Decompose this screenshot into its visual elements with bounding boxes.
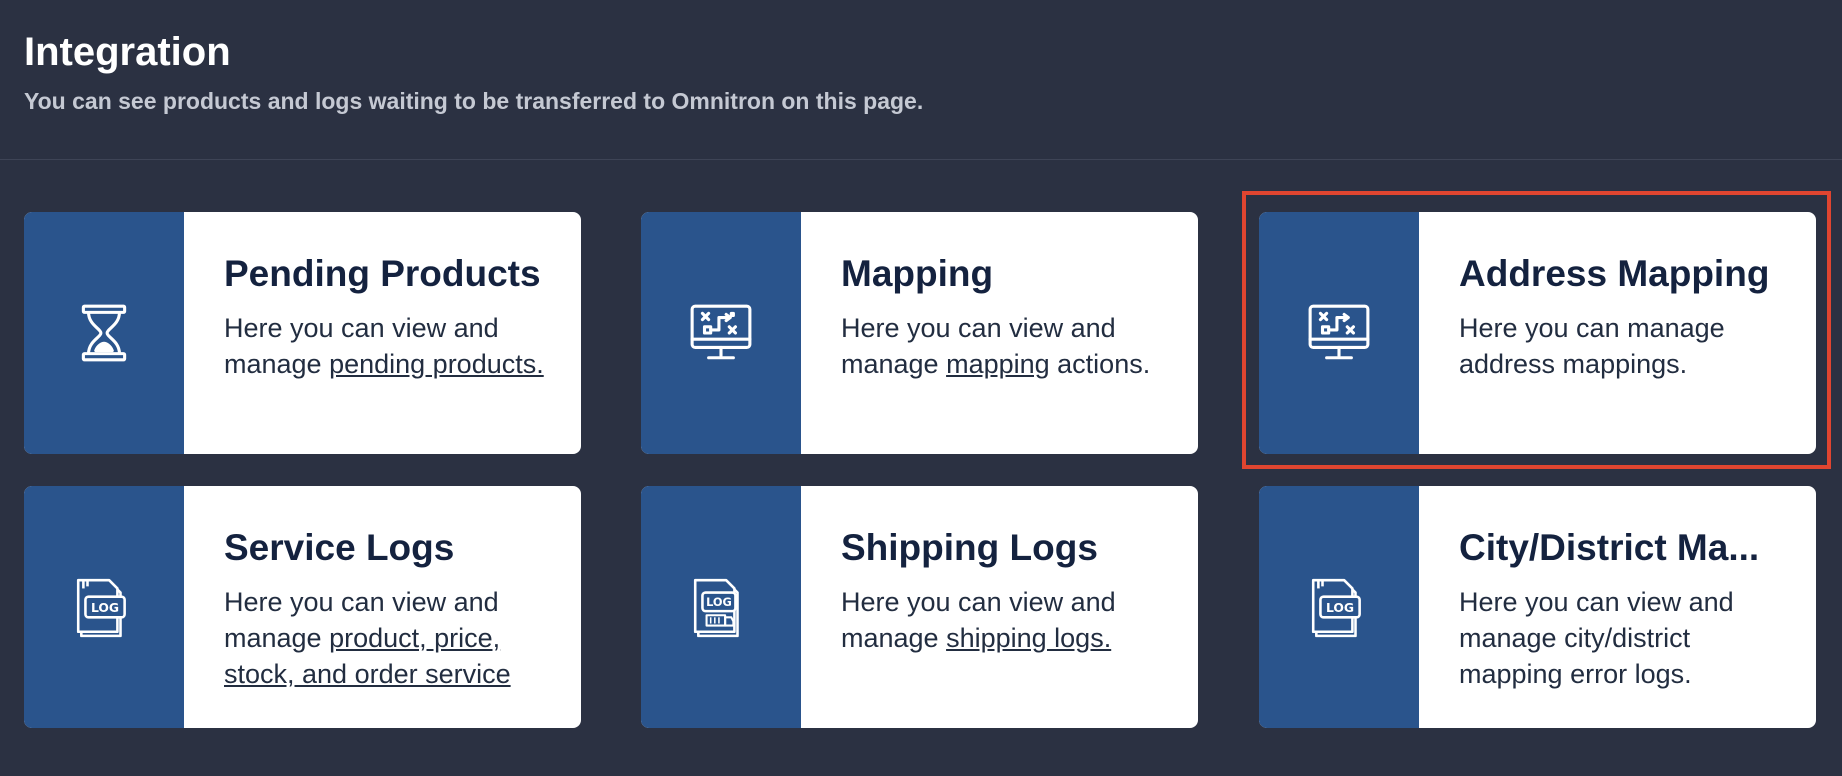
card-desc-link[interactable]: mapping	[946, 349, 1050, 379]
page-title: Integration	[24, 30, 231, 74]
card-desc-text: Here you can manage address mappings.	[1459, 313, 1725, 379]
card-address-mapping[interactable]: Address Mapping Here you can manage addr…	[1259, 212, 1816, 454]
card-title: City/District Ma...	[1459, 527, 1760, 568]
card-icon-panel: LOG	[1259, 486, 1419, 728]
card-icon-panel	[1259, 212, 1419, 454]
card-title: Shipping Logs	[841, 527, 1098, 568]
svg-text:LOG: LOG	[706, 595, 732, 609]
card-title: Mapping	[841, 253, 994, 294]
card-body: Shipping Logs Here you can view and mana…	[801, 486, 1198, 728]
card-service-logs[interactable]: LOG Service Logs Here you can view and m…	[24, 486, 581, 728]
card-mapping[interactable]: Mapping Here you can view and manage map…	[641, 212, 1198, 454]
card-body: Mapping Here you can view and manage map…	[801, 212, 1198, 454]
card-description: Here you can view and manage pending pro…	[224, 310, 555, 382]
card-icon-panel	[641, 212, 801, 454]
card-description: Here you can view and manage shipping lo…	[841, 584, 1172, 656]
card-desc-link[interactable]: pending products.	[329, 349, 544, 379]
card-description: Here you can view and manage mapping act…	[841, 310, 1172, 382]
monitor-workflow-icon	[690, 304, 752, 360]
card-title: Address Mapping	[1459, 253, 1770, 294]
log-file-icon: LOG	[1311, 578, 1361, 638]
card-body: Service Logs Here you can view and manag…	[184, 486, 581, 728]
page-subtitle: You can see products and logs waiting to…	[24, 88, 924, 114]
card-body: Pending Products Here you can view and m…	[184, 212, 581, 454]
card-icon-panel: LOG	[24, 486, 184, 728]
monitor-workflow-icon	[1308, 304, 1370, 360]
card-body: Address Mapping Here you can manage addr…	[1419, 212, 1816, 454]
card-body: City/District Ma... Here you can view an…	[1419, 486, 1816, 728]
card-icon-panel	[24, 212, 184, 454]
card-desc-text: Here you can view and manage city/distri…	[1459, 587, 1734, 689]
card-description: Here you can view and manage product, pr…	[224, 584, 555, 692]
log-file-icon: LOG	[76, 578, 126, 638]
svg-text:LOG: LOG	[91, 601, 119, 615]
card-description: Here you can manage address mappings.	[1459, 310, 1790, 382]
card-pending-products[interactable]: Pending Products Here you can view and m…	[24, 212, 581, 454]
card-title: Pending Products	[224, 253, 541, 294]
card-icon-panel: LOG	[641, 486, 801, 728]
card-title: Service Logs	[224, 527, 455, 568]
card-desc-suffix: actions.	[1049, 349, 1151, 379]
card-description: Here you can view and manage city/distri…	[1459, 584, 1790, 692]
hourglass-icon	[81, 304, 127, 362]
svg-text:LOG: LOG	[1326, 601, 1354, 615]
card-shipping-logs[interactable]: LOG Shipping Logs Here you can view and …	[641, 486, 1198, 728]
log-file-shipping-icon: LOG	[693, 578, 739, 638]
card-city-district-mapping[interactable]: LOG City/District Ma... Here you can vie…	[1259, 486, 1816, 728]
page-header: Integration You can see products and log…	[0, 0, 1842, 160]
card-desc-link[interactable]: shipping logs.	[946, 623, 1111, 653]
